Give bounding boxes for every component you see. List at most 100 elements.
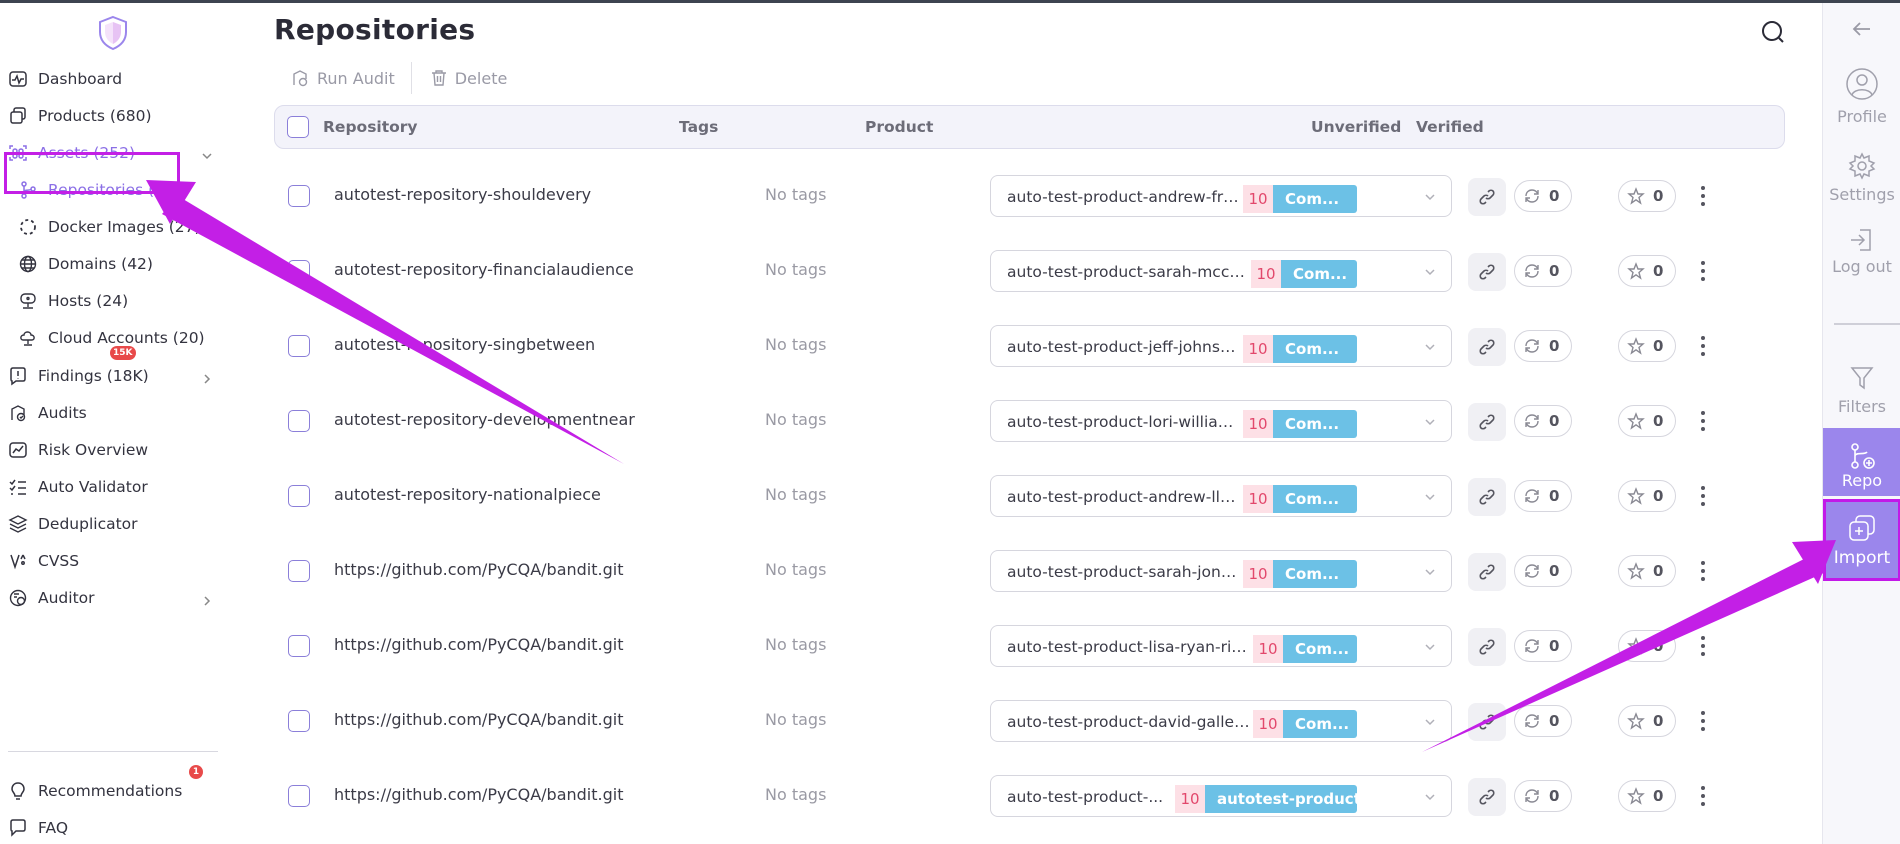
sidebar-item-faq[interactable]: FAQ	[6, 813, 68, 843]
sidebar-item-repositories[interactable]: Repositories (139)	[16, 175, 190, 205]
repository-name[interactable]: autotest-repository-developmentnear	[334, 410, 635, 429]
chevron-down-icon[interactable]	[1423, 265, 1437, 279]
row-checkbox[interactable]	[288, 410, 310, 432]
unverified-pill[interactable]: 0	[1514, 180, 1572, 212]
chevron-down-icon[interactable]	[1423, 190, 1437, 204]
verified-pill[interactable]: 0	[1618, 630, 1676, 662]
sidebar-item-findings[interactable]: Findings (18K)	[6, 361, 149, 391]
row-checkbox[interactable]	[288, 710, 310, 732]
product-select[interactable]: auto-test-product-sarah-mccarthy-...10Co…	[990, 250, 1452, 292]
link-button[interactable]	[1468, 628, 1506, 666]
link-button[interactable]	[1468, 553, 1506, 591]
product-select[interactable]: auto-test-product-lisa-ryan-richmon...10…	[990, 625, 1452, 667]
sidebar-item-assets[interactable]: Assets (252)	[6, 138, 135, 168]
product-select[interactable]: auto-test-product-lori-williams-ras...10…	[990, 400, 1452, 442]
table-row[interactable]: https://github.com/PyCQA/bandit.git No ta…	[274, 759, 1785, 833]
repository-name[interactable]: https://github.com/PyCQA/bandit.git	[334, 635, 623, 654]
column-tags[interactable]: Tags	[679, 118, 718, 136]
row-menu-button[interactable]	[1698, 708, 1708, 734]
delete-button[interactable]: Delete	[430, 63, 507, 93]
verified-pill[interactable]: 0	[1618, 330, 1676, 362]
link-button[interactable]	[1468, 478, 1506, 516]
row-menu-button[interactable]	[1698, 558, 1708, 584]
verified-pill[interactable]: 0	[1618, 780, 1676, 812]
link-button[interactable]	[1468, 253, 1506, 291]
unverified-pill[interactable]: 0	[1514, 630, 1572, 662]
row-menu-button[interactable]	[1698, 483, 1708, 509]
column-verified[interactable]: Verified	[1416, 118, 1484, 136]
select-all-checkbox[interactable]	[287, 116, 309, 138]
row-menu-button[interactable]	[1698, 408, 1708, 434]
filters-button[interactable]: Filters	[1823, 361, 1900, 416]
sidebar-item-docker-images[interactable]: Docker Images (27)	[16, 212, 201, 242]
link-button[interactable]	[1468, 703, 1506, 741]
link-button[interactable]	[1468, 403, 1506, 441]
table-row[interactable]: autotest-repository-financialaudience No …	[274, 234, 1785, 308]
link-button[interactable]	[1468, 178, 1506, 216]
sidebar-item-recommendations[interactable]: Recommendations	[6, 776, 182, 806]
table-row[interactable]: autotest-repository-singbetween No tags au…	[274, 309, 1785, 383]
sidebar-item-hosts[interactable]: Hosts (24)	[16, 286, 128, 316]
column-unverified[interactable]: Unverified	[1311, 118, 1401, 136]
sidebar-item-auto-validator[interactable]: Auto Validator	[6, 472, 148, 502]
verified-pill[interactable]: 0	[1618, 480, 1676, 512]
sidebar-item-audits[interactable]: Audits	[6, 398, 87, 428]
row-checkbox[interactable]	[288, 260, 310, 282]
unverified-pill[interactable]: 0	[1514, 555, 1572, 587]
settings-button[interactable]: Settings	[1823, 149, 1900, 204]
chevron-down-icon[interactable]	[1423, 565, 1437, 579]
link-button[interactable]	[1468, 778, 1506, 816]
chevron-down-icon[interactable]	[1423, 640, 1437, 654]
unverified-pill[interactable]: 0	[1514, 255, 1572, 287]
table-row[interactable]: https://github.com/PyCQA/bandit.git No ta…	[274, 534, 1785, 608]
row-menu-button[interactable]	[1698, 183, 1708, 209]
chevron-down-icon[interactable]	[1423, 790, 1437, 804]
product-select[interactable]: auto-test-product-... 10autotest-product-…	[990, 775, 1452, 817]
repository-name[interactable]: https://github.com/PyCQA/bandit.git	[334, 560, 623, 579]
sidebar-item-products[interactable]: Products (680)	[6, 101, 152, 131]
run-audit-button[interactable]: Run Audit	[290, 63, 395, 93]
verified-pill[interactable]: 0	[1618, 705, 1676, 737]
unverified-pill[interactable]: 0	[1514, 705, 1572, 737]
sidebar-item-cvss[interactable]: CVSS	[6, 546, 79, 576]
table-row[interactable]: autotest-repository-developmentnear No ta…	[274, 384, 1785, 458]
add-repo-button[interactable]: Repo	[1823, 428, 1900, 496]
verified-pill[interactable]: 0	[1618, 405, 1676, 437]
product-select[interactable]: auto-test-product-andrew-frye-qui...10Co…	[990, 175, 1452, 217]
row-checkbox[interactable]	[288, 785, 310, 807]
product-select[interactable]: auto-test-product-andrew-lloyd-or...10Co…	[990, 475, 1452, 517]
chevron-down-icon[interactable]	[1423, 715, 1437, 729]
table-row[interactable]: https://github.com/PyCQA/bandit.git No ta…	[274, 684, 1785, 758]
profile-button[interactable]: Profile	[1823, 67, 1900, 126]
row-checkbox[interactable]	[288, 635, 310, 657]
chevron-down-icon[interactable]	[200, 149, 214, 163]
chevron-down-icon[interactable]	[1423, 415, 1437, 429]
row-menu-button[interactable]	[1698, 633, 1708, 659]
sidebar-item-risk-overview[interactable]: Risk Overview	[6, 435, 148, 465]
column-repository[interactable]: Repository	[323, 118, 418, 136]
repository-name[interactable]: autotest-repository-nationalpiece	[334, 485, 601, 504]
chevron-right-icon[interactable]	[200, 372, 214, 386]
collapse-button[interactable]	[1823, 17, 1900, 41]
table-row[interactable]: autotest-repository-nationalpiece No tags…	[274, 459, 1785, 533]
repository-name[interactable]: autotest-repository-shouldevery	[334, 185, 591, 204]
link-button[interactable]	[1468, 328, 1506, 366]
unverified-pill[interactable]: 0	[1514, 480, 1572, 512]
repository-name[interactable]: autotest-repository-singbetween	[334, 335, 595, 354]
shield-logo-icon[interactable]	[97, 15, 129, 51]
repository-name[interactable]: autotest-repository-financialaudience	[334, 260, 634, 279]
product-select[interactable]: auto-test-product-jeff-johnston-ha...10C…	[990, 325, 1452, 367]
logout-button[interactable]: Log out	[1823, 223, 1900, 276]
import-button[interactable]: Import	[1823, 499, 1900, 581]
unverified-pill[interactable]: 0	[1514, 780, 1572, 812]
repository-name[interactable]: https://github.com/PyCQA/bandit.git	[334, 785, 623, 804]
sidebar-item-deduplicator[interactable]: Deduplicator	[6, 509, 138, 539]
chevron-right-icon[interactable]	[200, 594, 214, 608]
repository-name[interactable]: https://github.com/PyCQA/bandit.git	[334, 710, 623, 729]
product-select[interactable]: auto-test-product-sarah-jones-ben...10Co…	[990, 550, 1452, 592]
verified-pill[interactable]: 0	[1618, 255, 1676, 287]
row-menu-button[interactable]	[1698, 333, 1708, 359]
row-menu-button[interactable]	[1698, 783, 1708, 809]
table-row[interactable]: autotest-repository-shouldevery No tags au…	[274, 159, 1785, 233]
row-checkbox[interactable]	[288, 560, 310, 582]
